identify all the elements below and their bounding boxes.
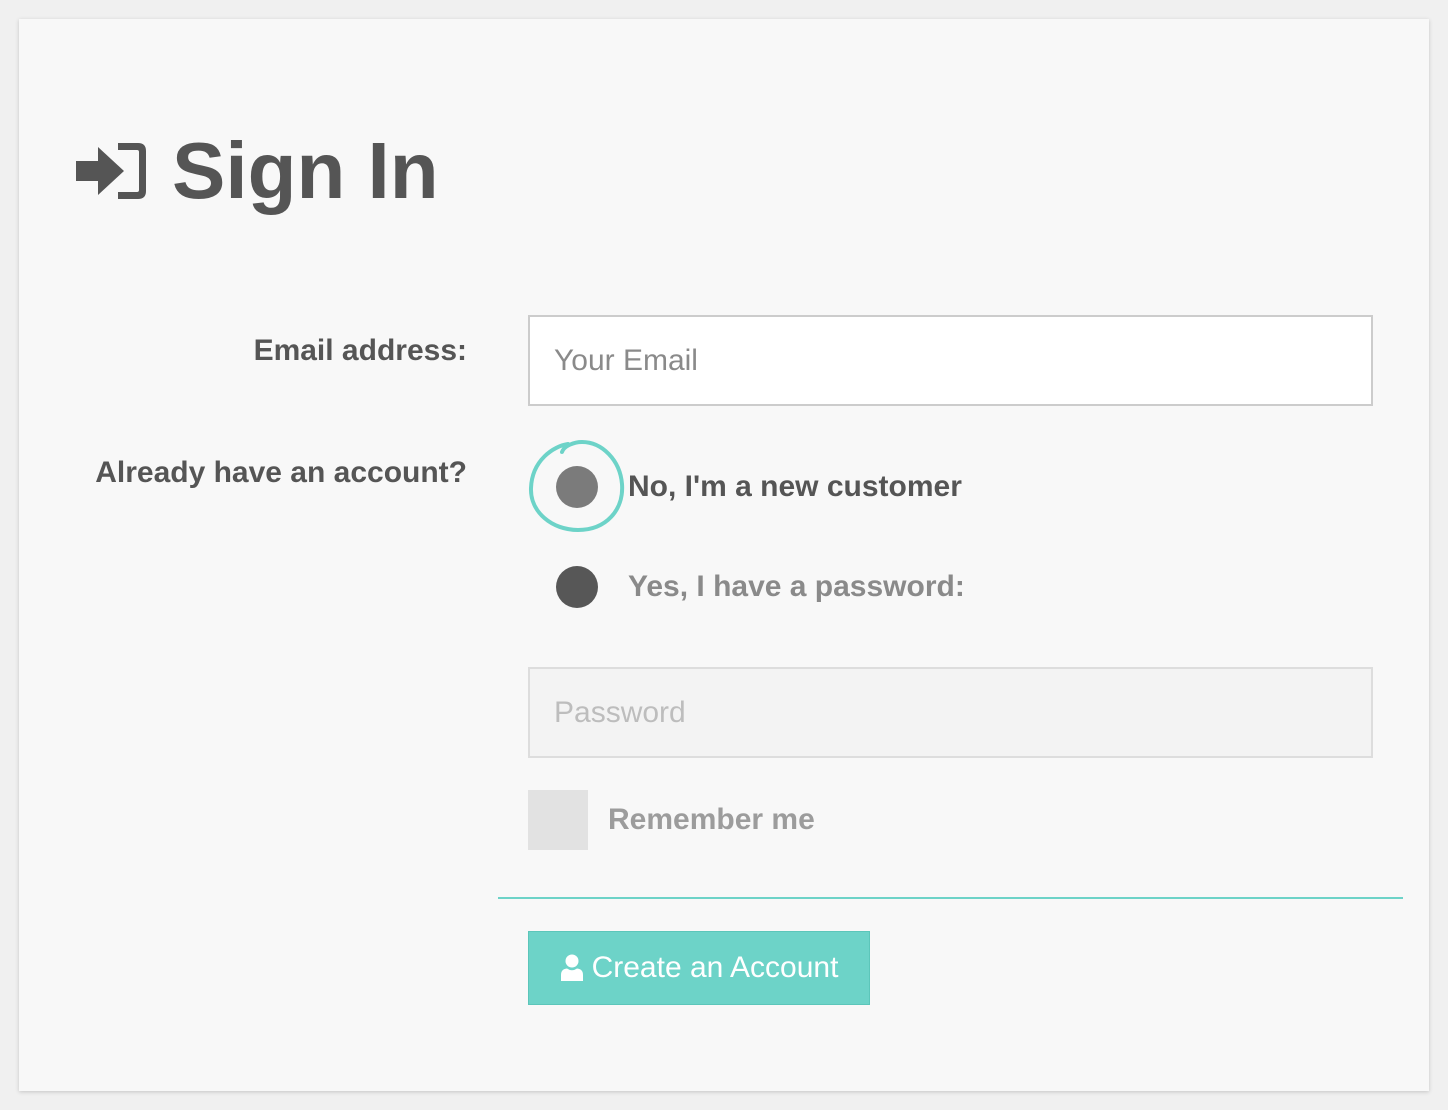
account-question-label: Already have an account? bbox=[95, 456, 467, 489]
page-title: Sign In bbox=[172, 126, 439, 215]
create-account-button[interactable]: Create an Account bbox=[528, 931, 870, 1005]
divider bbox=[498, 897, 1403, 899]
radio-new-customer[interactable]: No, I'm a new customer bbox=[556, 466, 962, 508]
email-input[interactable] bbox=[528, 315, 1373, 406]
user-icon bbox=[560, 954, 583, 981]
create-account-label: Create an Account bbox=[591, 951, 839, 984]
remember-me-label: Remember me bbox=[608, 803, 815, 836]
remember-me-row[interactable]: Remember me bbox=[528, 790, 815, 850]
radio-label-have-password: Yes, I have a password: bbox=[628, 570, 965, 603]
radio-button-new-customer[interactable] bbox=[556, 466, 598, 508]
sign-in-icon bbox=[76, 143, 146, 199]
page-header: Sign In bbox=[74, 126, 439, 216]
email-label: Email address: bbox=[253, 334, 467, 367]
radio-have-password[interactable]: Yes, I have a password: bbox=[556, 566, 965, 608]
password-input[interactable] bbox=[528, 667, 1373, 758]
radio-button-have-password[interactable] bbox=[556, 566, 598, 608]
remember-me-checkbox[interactable] bbox=[528, 790, 588, 850]
radio-label-new-customer: No, I'm a new customer bbox=[628, 470, 962, 503]
